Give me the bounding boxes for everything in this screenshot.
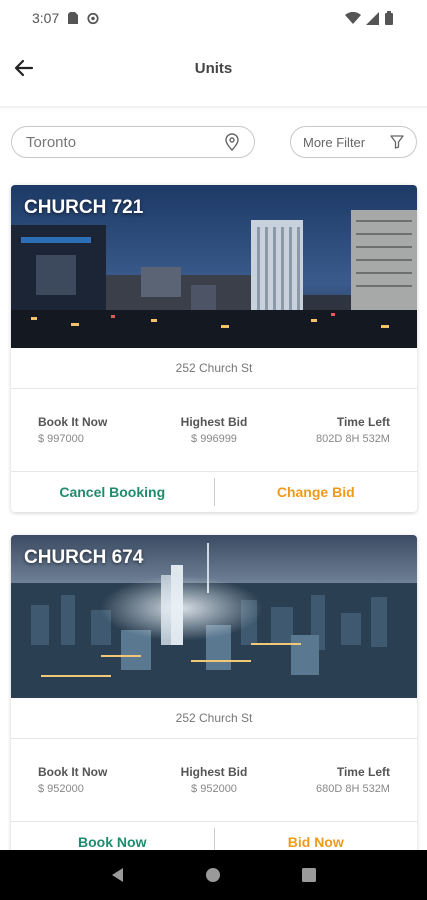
battery-icon (383, 11, 395, 25)
bid-now-button[interactable]: Bid Now (215, 834, 418, 850)
stat-value: $ 952000 (191, 783, 237, 795)
wifi-icon (345, 11, 361, 25)
filter-funnel-icon (390, 135, 404, 149)
unit-address: 252 Church St (11, 348, 417, 389)
unit-image: CHURCH 674 (11, 535, 417, 698)
time-left-stat: Time Left 680D 8H 532M (273, 765, 390, 795)
highest-bid-stat: Highest Bid $ 952000 (155, 765, 272, 795)
sync-icon (87, 11, 99, 25)
filter-row: Toronto More Filter (0, 124, 427, 160)
search-value: Toronto (26, 133, 77, 151)
header-divider (0, 106, 427, 110)
status-time: 3:07 (32, 10, 60, 26)
stat-value: 802D 8H 532M (315, 433, 390, 445)
page-title: Units (194, 59, 233, 77)
sim-card-icon (67, 11, 79, 25)
nav-recents-button[interactable] (294, 860, 324, 890)
unit-title: CHURCH 674 (24, 547, 144, 568)
stat-value: 680D 8H 532M (315, 783, 390, 795)
nav-back-button[interactable] (103, 860, 133, 890)
book-it-now-stat: Book It Now $ 997000 (38, 415, 155, 445)
unit-card[interactable]: CHURCH 721 252 Church St Book It Now $ 9… (11, 185, 417, 512)
more-filter-button[interactable]: More Filter (290, 126, 417, 158)
unit-stats: Book It Now $ 952000 Highest Bid $ 95200… (11, 739, 417, 822)
circle-home-icon (206, 868, 221, 882)
status-bar: 3:07 (0, 0, 427, 36)
stat-value: $ 997000 (38, 433, 84, 445)
stat-label: Time Left (336, 415, 390, 429)
stat-label: Book It Now (38, 765, 108, 779)
signal-icon (365, 11, 379, 25)
change-bid-button[interactable]: Change Bid (215, 484, 418, 500)
location-pin-icon[interactable] (224, 133, 240, 151)
stat-value: $ 952000 (38, 783, 84, 795)
arrow-left-icon (14, 59, 34, 77)
unit-card[interactable]: CHURCH 674 252 Church St Book It Now $ 9… (11, 535, 417, 862)
book-now-button[interactable]: Book Now (11, 834, 214, 850)
stat-label: Highest Bid (180, 765, 248, 779)
unit-title: CHURCH 721 (24, 197, 144, 218)
app-bar: Units (0, 36, 427, 100)
unit-stats: Book It Now $ 997000 Highest Bid $ 99699… (11, 389, 417, 472)
system-nav-bar (0, 850, 427, 900)
more-filter-label: More Filter (303, 134, 366, 150)
stat-value: $ 996999 (191, 433, 237, 445)
unit-address: 252 Church St (11, 698, 417, 739)
time-left-stat: Time Left 802D 8H 532M (273, 415, 390, 445)
nav-home-button[interactable] (198, 860, 228, 890)
book-it-now-stat: Book It Now $ 952000 (38, 765, 155, 795)
unit-actions: Cancel Booking Change Bid (11, 472, 417, 512)
triangle-back-icon (111, 868, 123, 882)
cancel-booking-button[interactable]: Cancel Booking (11, 484, 214, 500)
stat-label: Highest Bid (180, 415, 248, 429)
stat-label: Time Left (336, 765, 390, 779)
back-button[interactable] (10, 54, 38, 82)
square-recents-icon (302, 868, 317, 882)
stat-label: Book It Now (38, 415, 108, 429)
unit-image: CHURCH 721 (11, 185, 417, 348)
location-search-input[interactable]: Toronto (11, 126, 255, 158)
highest-bid-stat: Highest Bid $ 996999 (155, 415, 272, 445)
